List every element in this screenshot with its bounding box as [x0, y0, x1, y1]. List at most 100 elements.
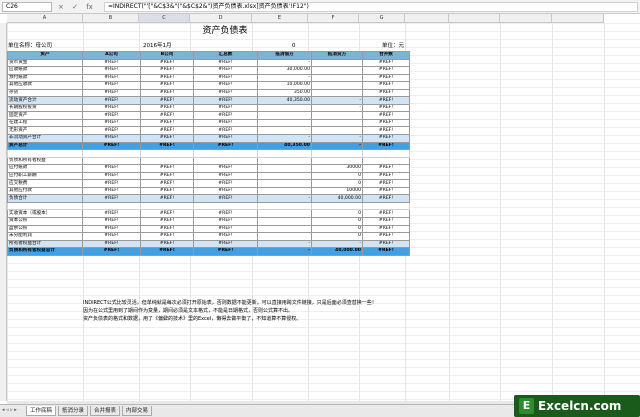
row-label-cell[interactable]: 应付账款 — [7, 164, 83, 173]
value-cell[interactable] — [362, 149, 410, 158]
value-cell[interactable]: #REF! — [362, 88, 410, 98]
value-cell[interactable]: #REF! — [362, 103, 410, 113]
value-cell[interactable] — [311, 118, 363, 128]
value-cell[interactable]: 0 — [311, 171, 363, 181]
value-cell[interactable]: #REF! — [140, 88, 194, 98]
value-cell[interactable]: 10,000.00 — [257, 81, 312, 90]
value-cell[interactable] — [140, 156, 194, 166]
value-cell[interactable] — [311, 88, 363, 98]
row-label-cell[interactable]: 应付职工薪酬 — [7, 171, 83, 181]
value-cell[interactable]: - — [311, 239, 363, 249]
value-cell[interactable]: #REF! — [140, 73, 194, 83]
value-cell[interactable]: #REF! — [82, 96, 141, 105]
value-cell[interactable]: #REF! — [193, 66, 258, 75]
value-cell[interactable]: #REF! — [362, 58, 410, 68]
column-header-cell[interactable]: B公司 — [140, 51, 194, 60]
value-cell[interactable] — [257, 179, 312, 188]
value-cell[interactable]: #REF! — [82, 111, 141, 120]
value-cell[interactable]: #REF! — [193, 171, 258, 181]
value-cell[interactable]: #REF! — [193, 58, 258, 68]
value-cell[interactable]: 40,000.00 — [311, 194, 363, 203]
column-header[interactable]: F — [308, 14, 359, 23]
value-cell[interactable] — [311, 111, 363, 120]
value-cell[interactable]: #REF! — [362, 134, 410, 143]
value-cell[interactable]: 0 — [311, 217, 363, 226]
row-label-cell[interactable]: 未分配利润 — [7, 232, 83, 241]
sheet-tab[interactable]: 内部交易 — [122, 406, 153, 416]
value-cell[interactable]: #REF! — [140, 103, 194, 113]
value-cell[interactable]: - — [311, 134, 363, 143]
value-cell[interactable]: #REF! — [82, 247, 141, 256]
value-cell[interactable] — [82, 149, 141, 158]
value-cell[interactable]: #REF! — [362, 118, 410, 128]
value-cell[interactable]: #REF! — [82, 118, 141, 128]
value-cell[interactable] — [311, 66, 363, 75]
value-cell[interactable]: 350.00 — [257, 88, 312, 98]
value-cell[interactable] — [193, 201, 258, 211]
value-cell[interactable] — [311, 156, 363, 166]
value-cell[interactable] — [311, 58, 363, 68]
value-cell[interactable]: #REF! — [82, 164, 141, 173]
row-label-cell[interactable]: 固定资产 — [7, 111, 83, 120]
value-cell[interactable]: #REF! — [362, 239, 410, 249]
row-label-cell[interactable]: 在建工程 — [7, 118, 83, 128]
value-cell[interactable]: #REF! — [140, 239, 194, 249]
value-cell[interactable]: 0 — [311, 232, 363, 241]
value-cell[interactable]: #REF! — [362, 217, 410, 226]
value-cell[interactable]: #REF! — [82, 88, 141, 98]
value-cell[interactable]: #REF! — [140, 179, 194, 188]
value-cell[interactable]: #REF! — [82, 239, 141, 249]
value-cell[interactable]: #REF! — [82, 171, 141, 181]
name-box[interactable]: C26 — [2, 2, 52, 12]
column-header-cell[interactable]: 合并数 — [362, 51, 410, 60]
value-cell[interactable] — [257, 224, 312, 234]
row-label-cell[interactable]: 长期股权投资 — [7, 103, 83, 113]
value-cell[interactable] — [257, 209, 312, 219]
value-cell[interactable]: 0 — [311, 209, 363, 219]
value-cell[interactable] — [257, 164, 312, 173]
value-cell[interactable]: #REF! — [362, 73, 410, 83]
column-header-cell[interactable]: A公司 — [82, 51, 141, 60]
value-cell[interactable] — [140, 149, 194, 158]
row-label-cell[interactable]: 应交税费 — [7, 179, 83, 188]
value-cell[interactable]: #REF! — [193, 164, 258, 173]
value-cell[interactable] — [257, 171, 312, 181]
value-cell[interactable]: #REF! — [140, 171, 194, 181]
value-cell[interactable] — [257, 149, 312, 158]
value-cell[interactable]: #REF! — [82, 232, 141, 241]
column-header[interactable] — [449, 14, 500, 23]
value-cell[interactable]: #REF! — [362, 111, 410, 120]
value-cell[interactable] — [311, 201, 363, 211]
column-header[interactable]: E — [252, 14, 308, 23]
value-cell[interactable]: 10000 — [311, 186, 363, 196]
value-cell[interactable]: #REF! — [140, 247, 194, 256]
value-cell[interactable] — [257, 186, 312, 196]
value-cell[interactable] — [82, 156, 141, 166]
value-cell[interactable]: #REF! — [193, 186, 258, 196]
value-cell[interactable] — [257, 111, 312, 120]
value-cell[interactable]: #REF! — [140, 96, 194, 105]
column-header-cell[interactable]: 汇总数 — [193, 51, 258, 60]
value-cell[interactable]: #REF! — [140, 58, 194, 68]
value-cell[interactable]: #REF! — [140, 111, 194, 120]
value-cell[interactable]: #REF! — [82, 73, 141, 83]
column-header[interactable] — [500, 14, 552, 23]
value-cell[interactable]: 0 — [311, 224, 363, 234]
value-cell[interactable]: #REF! — [362, 164, 410, 173]
enter-icon[interactable]: ✓ — [72, 3, 78, 11]
value-cell[interactable]: #REF! — [193, 179, 258, 188]
value-cell[interactable]: #REF! — [140, 126, 194, 135]
value-cell[interactable]: #REF! — [82, 126, 141, 135]
value-cell[interactable] — [257, 156, 312, 166]
value-cell[interactable]: 30,000.00 — [257, 66, 312, 75]
row-label-cell[interactable]: 其他应收款 — [7, 81, 83, 90]
value-cell[interactable]: 40,350.00 — [257, 141, 312, 151]
value-cell[interactable] — [257, 201, 312, 211]
value-cell[interactable]: 40,000.00 — [311, 247, 363, 256]
value-cell[interactable]: #REF! — [82, 58, 141, 68]
value-cell[interactable]: #REF! — [193, 232, 258, 241]
value-cell[interactable] — [311, 81, 363, 90]
value-cell[interactable]: - — [311, 141, 363, 151]
column-header[interactable]: G — [359, 14, 405, 23]
value-cell[interactable]: #REF! — [140, 232, 194, 241]
